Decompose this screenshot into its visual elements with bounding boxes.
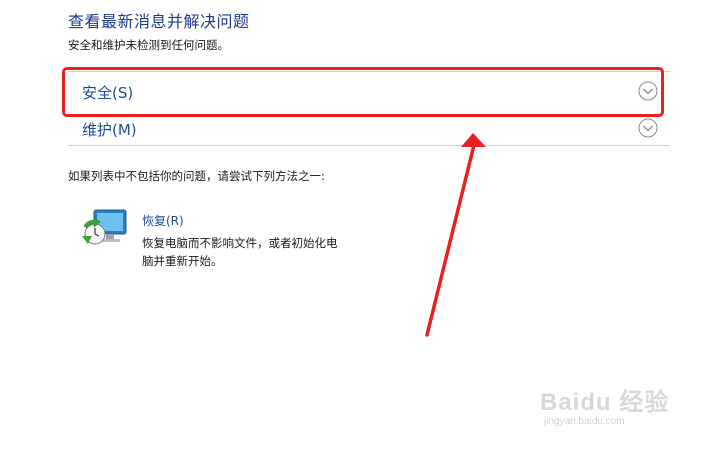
recovery-icon: [82, 209, 127, 245]
recovery-description: 恢复电脑而不影响文件，或者初始化电脑并重新开始。: [142, 236, 338, 268]
status-message: 安全和维护未检测到任何问题。: [68, 38, 229, 52]
highlight-box: [62, 67, 664, 117]
watermark: Baidu 经验 jingyan.baidu.com: [540, 382, 670, 434]
recovery-link[interactable]: 恢复(R): [142, 212, 184, 229]
watermark-url: jingyan.baidu.com: [544, 416, 625, 427]
chevron-down-icon[interactable]: [638, 118, 658, 138]
maintenance-section-label: 维护(M): [82, 121, 137, 139]
troubleshoot-prompt: 如果列表中不包括你的问题，请尝试下列方法之一:: [68, 169, 325, 183]
page-title: 查看最新消息并解决问题: [68, 12, 250, 31]
watermark-text: Baidu 经验: [540, 389, 670, 416]
